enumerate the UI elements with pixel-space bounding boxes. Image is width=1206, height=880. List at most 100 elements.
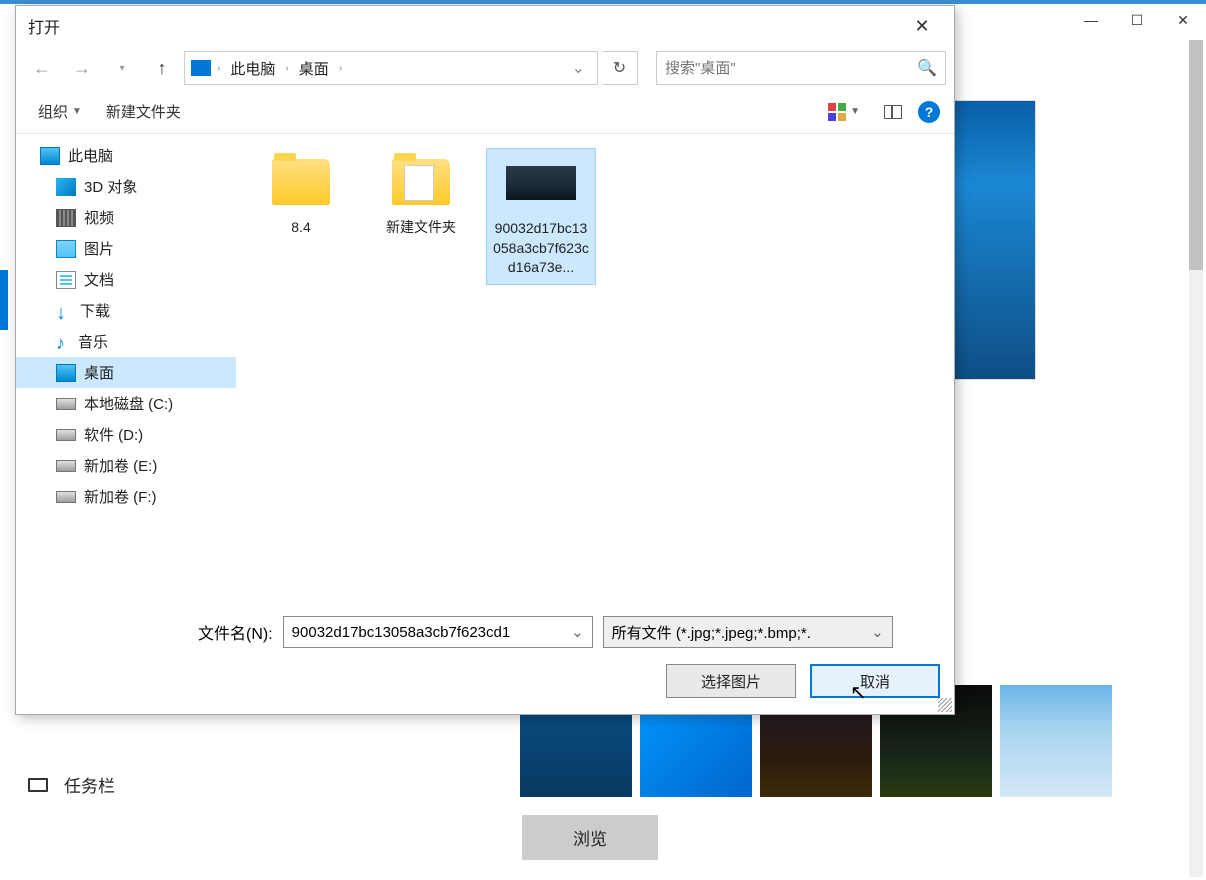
chevron-down-icon: ⌄ [871,623,884,641]
chevron-right-icon: › [337,63,344,74]
address-dropdown-button[interactable]: ⌄ [566,58,591,78]
file-label: 新建文件夹 [386,218,456,238]
nav-back-button[interactable]: ← [24,52,60,84]
tree-item[interactable]: 文档 [16,264,236,295]
nav-tree[interactable]: 此电脑 3D 对象视频图片文档下载 ♪ 音乐桌面本地磁盘 (C:) 软件 (D:) 新加卷… [16,134,236,602]
folder-icon [392,159,450,205]
breadcrumb[interactable]: 此电脑 [226,58,279,79]
pc-icon [191,60,211,76]
file-open-dialog: 打开 ✕ ← → ▾ ↑ › 此电脑 › 桌面 › ⌄ ↻ 🔍 组织 ▼ 新建文… [15,5,955,715]
dialog-title: 打开 [28,14,902,38]
dialog-titlebar: 打开 ✕ [16,6,954,46]
video-icon [56,209,76,227]
browse-button[interactable]: 浏览 [522,815,658,860]
pc-icon [40,147,60,165]
file-item[interactable]: 90032d17bc13058a3cb7f623cd16a73e... [486,148,596,285]
tree-item[interactable]: ♪ 音乐 [16,326,236,357]
bg-close-button[interactable]: ✕ [1160,0,1206,40]
file-label: 90032d17bc13058a3cb7f623cd16a73e... [491,219,591,278]
image-thumb-icon [506,166,576,200]
filetype-value: 所有文件 (*.jpg;*.jpeg;*.bmp;*. [612,622,871,643]
chevron-down-icon: ▼ [850,106,860,117]
file-item[interactable]: 8.4 [246,148,356,244]
chevron-down-icon: ⌄ [571,623,584,641]
dialog-close-button[interactable]: ✕ [902,11,942,41]
tree-item-label: 新加卷 (F:) [84,486,157,507]
organize-button[interactable]: 组织 ▼ [30,97,90,126]
music-icon: ♪ [56,333,70,351]
filename-label: 文件名(N): [198,620,273,644]
help-button[interactable]: ? [918,101,940,123]
dialog-toolbar: 组织 ▼ 新建文件夹 ▼ ? [16,90,954,134]
doc-icon [56,271,76,289]
filetype-combobox[interactable]: 所有文件 (*.jpg;*.jpeg;*.bmp;*. ⌄ [603,616,893,648]
tree-item-label: 图片 [84,238,114,259]
sidebar-item-taskbar[interactable]: 任务栏 [0,760,320,809]
breadcrumb[interactable]: 桌面 [295,58,333,79]
search-input[interactable] [665,60,917,77]
tree-item-label: 下载 [80,300,110,321]
chevron-right-icon: › [283,63,290,74]
new-folder-button[interactable]: 新建文件夹 [98,97,189,126]
view-button[interactable]: ▼ [820,99,868,125]
sidebar-item-label: 任务栏 [64,772,115,797]
preview-pane-button[interactable] [876,101,910,123]
disk-icon [56,460,76,472]
nav-forward-button[interactable]: → [64,52,100,84]
tree-item[interactable]: 桌面 [16,357,236,388]
tree-item-label: 音乐 [78,331,108,352]
tree-item-label: 文档 [84,269,114,290]
search-icon: 🔍 [917,58,937,78]
tree-item[interactable]: 3D 对象 [16,171,236,202]
pic-icon [56,240,76,258]
accent-strip [0,0,1206,4]
pane-icon [884,105,902,119]
dialog-footer: 文件名(N): 90032d17bc13058a3cb7f623cd1 ⌄ 所有… [16,602,954,714]
nav-up-button[interactable]: ↑ [144,52,180,84]
disk-icon [56,491,76,503]
taskbar-icon [28,778,48,792]
file-list[interactable]: 8.4 新建文件夹 90032d17bc13058a3cb7f623cd16a73e… [236,134,954,602]
filename-value: 90032d17bc13058a3cb7f623cd1 [292,624,571,641]
tree-item[interactable]: 新加卷 (E:) [16,450,236,481]
tree-item[interactable]: 软件 (D:) [16,419,236,450]
nav-recent-button[interactable]: ▾ [104,52,140,84]
organize-label: 组织 [38,101,68,122]
bg-scrollbar[interactable] [1189,40,1203,877]
newfolder-label: 新建文件夹 [106,101,181,122]
search-box[interactable]: 🔍 [656,51,946,85]
tree-item[interactable]: 视频 [16,202,236,233]
refresh-button[interactable]: ↻ [602,51,638,85]
disk-icon [56,398,76,410]
3d-icon [56,178,76,196]
tree-item[interactable]: 图片 [16,233,236,264]
tree-item-label: 本地磁盘 (C:) [84,393,173,414]
tree-item[interactable]: 此电脑 [16,140,236,171]
bg-thumb[interactable] [1000,685,1112,797]
tree-item[interactable]: 下载 [16,295,236,326]
tree-item-label: 3D 对象 [84,176,137,197]
dl-icon [56,302,72,320]
folder-icon [272,159,330,205]
tree-item[interactable]: 本地磁盘 (C:) [16,388,236,419]
tree-item-label: 软件 (D:) [84,424,143,445]
file-item[interactable]: 新建文件夹 [366,148,476,244]
tree-item[interactable]: 新加卷 (F:) [16,481,236,512]
desk-icon [56,364,76,382]
file-label: 8.4 [291,218,310,238]
chevron-right-icon: › [215,63,222,74]
resize-grip[interactable] [938,698,952,712]
tree-item-label: 新加卷 (E:) [84,455,157,476]
tree-item-label: 此电脑 [68,145,113,166]
open-button[interactable]: 选择图片 [666,664,796,698]
bg-maximize-button[interactable]: ☐ [1114,0,1160,40]
filename-combobox[interactable]: 90032d17bc13058a3cb7f623cd1 ⌄ [283,616,593,648]
tree-item-label: 桌面 [84,362,114,383]
grid-icon [828,103,846,121]
cancel-button[interactable]: 取消 [810,664,940,698]
bg-accent [0,270,8,330]
address-bar[interactable]: › 此电脑 › 桌面 › ⌄ [184,51,598,85]
tree-item-label: 视频 [84,207,114,228]
dialog-body: 此电脑 3D 对象视频图片文档下载 ♪ 音乐桌面本地磁盘 (C:) 软件 (D:) 新加卷… [16,134,954,602]
bg-minimize-button[interactable]: — [1068,0,1114,40]
